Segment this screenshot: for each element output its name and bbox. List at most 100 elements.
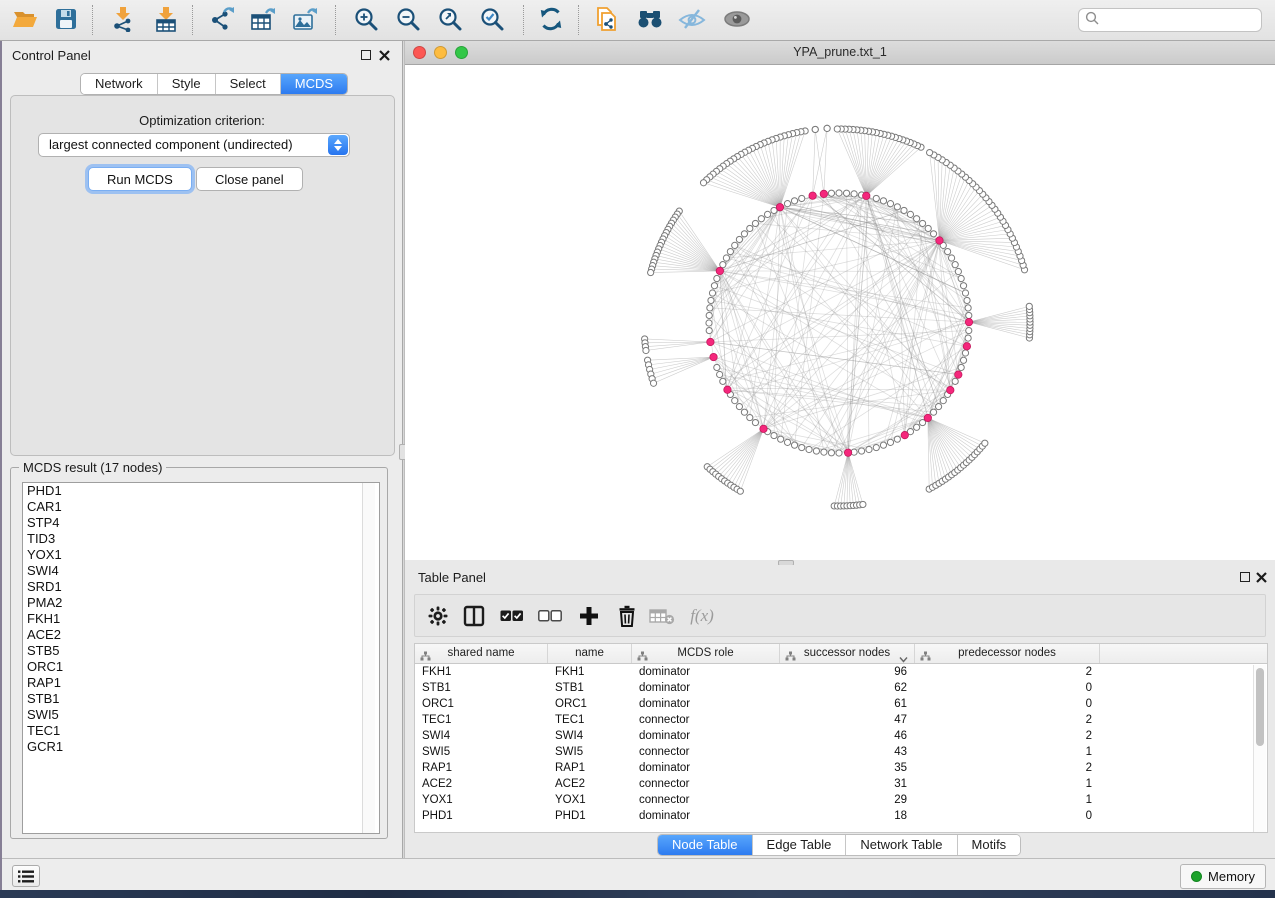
zoom-selected-button[interactable] [475, 4, 509, 36]
table-panel-tabs: Node Table Edge Table Network Table Moti… [657, 834, 1021, 856]
tab-select[interactable]: Select [216, 74, 281, 94]
table-row[interactable]: ACE2ACE2connector311 [415, 776, 1267, 792]
table-cell: 46 [780, 728, 915, 744]
mcds-result-item[interactable]: TID3 [23, 531, 379, 547]
table-row[interactable]: TEC1TEC1connector472 [415, 712, 1267, 728]
tab-network[interactable]: Network [81, 74, 158, 94]
tab-style[interactable]: Style [158, 74, 216, 94]
binoculars-icon [636, 7, 664, 34]
table-cell-filler [1100, 792, 1267, 808]
mcds-result-item[interactable]: STB1 [23, 691, 379, 707]
table-cell-filler [1100, 664, 1267, 680]
table-row[interactable]: RAP1RAP1dominator352 [415, 760, 1267, 776]
optimization-criterion-value: largest connected component (undirected) [49, 137, 293, 152]
table-scrollbar[interactable] [1253, 665, 1266, 832]
tab-motifs[interactable]: Motifs [958, 835, 1021, 855]
desktop-edge [0, 41, 2, 890]
mcds-result-item[interactable]: SRD1 [23, 579, 379, 595]
network-window-titlebar[interactable]: YPA_prune.txt_1 [405, 41, 1275, 65]
table-scrollbar-thumb[interactable] [1256, 668, 1264, 746]
close-table-panel-icon[interactable] [1256, 572, 1267, 583]
search-binoculars-button[interactable] [633, 4, 667, 36]
import-table-icon [153, 6, 179, 35]
mcds-result-listbox[interactable]: PHD1CAR1STP4TID3YOX1SWI4SRD1PMA2FKH1ACE2… [22, 482, 380, 834]
select-all-rows-button[interactable] [497, 603, 527, 629]
optimization-criterion-select[interactable]: largest connected component (undirected) [38, 133, 350, 157]
export-table-button[interactable] [246, 4, 280, 36]
table-row[interactable]: FKH1FKH1dominator962 [415, 664, 1267, 680]
mcds-result-item[interactable]: FKH1 [23, 611, 379, 627]
column-header-successor-nodes[interactable]: successor nodes [780, 644, 915, 663]
memory-button[interactable]: Memory [1180, 864, 1266, 889]
control-panel: Control Panel Network Style Select MCDS … [2, 41, 402, 858]
export-network-icon [209, 6, 235, 35]
zoom-in-button[interactable] [349, 4, 383, 36]
open-file-button[interactable] [8, 4, 42, 36]
column-header-shared-name[interactable]: shared name [415, 644, 548, 663]
import-network-button[interactable] [106, 4, 140, 36]
column-label: shared name [447, 647, 514, 659]
close-panel-button[interactable]: Close panel [196, 167, 303, 191]
table-row[interactable]: SWI4SWI4dominator462 [415, 728, 1267, 744]
import-network-icon [110, 6, 136, 35]
table-row[interactable]: PHD1PHD1dominator180 [415, 808, 1267, 824]
import-table-button[interactable] [149, 4, 183, 36]
table-toolbar: f(x) [414, 594, 1266, 637]
show-columns-button[interactable] [459, 603, 489, 629]
export-network-button[interactable] [205, 4, 239, 36]
table-row[interactable]: STB1STB1dominator620 [415, 680, 1267, 696]
refresh-icon [538, 6, 564, 35]
close-panel-icon[interactable] [379, 50, 390, 61]
mcds-result-item[interactable]: PHD1 [23, 483, 379, 499]
mcds-result-item[interactable]: GCR1 [23, 739, 379, 755]
table-cell: FKH1 [548, 664, 632, 680]
table-row[interactable]: SWI5SWI5connector431 [415, 744, 1267, 760]
column-header-mcds-role[interactable]: MCDS role [632, 644, 780, 663]
mcds-result-item[interactable]: PMA2 [23, 595, 379, 611]
refresh-view-button[interactable] [534, 4, 568, 36]
create-column-button[interactable] [574, 603, 604, 629]
mcds-result-item[interactable]: STP4 [23, 515, 379, 531]
table-cell: dominator [632, 696, 780, 712]
mcds-list-scrollbar[interactable] [362, 483, 375, 833]
save-session-button[interactable] [49, 4, 83, 36]
mcds-result-item[interactable]: YOX1 [23, 547, 379, 563]
mcds-result-item[interactable]: TEC1 [23, 723, 379, 739]
search-input[interactable] [1103, 13, 1261, 27]
column-header-predecessor-nodes[interactable]: predecessor nodes [915, 644, 1100, 663]
mcds-result-item[interactable]: RAP1 [23, 675, 379, 691]
mcds-result-item[interactable]: STB5 [23, 643, 379, 659]
float-panel-icon[interactable] [361, 50, 371, 60]
task-history-button[interactable] [12, 865, 40, 887]
export-image-button[interactable] [288, 4, 322, 36]
show-all-button[interactable] [720, 4, 754, 36]
table-cell: ACE2 [415, 776, 548, 792]
hide-selected-button[interactable] [675, 4, 709, 36]
list-icon [18, 870, 34, 883]
column-header-name[interactable]: name [548, 644, 632, 663]
search-field[interactable] [1078, 8, 1262, 32]
mcds-result-item[interactable]: SWI4 [23, 563, 379, 579]
network-canvas[interactable] [405, 65, 1275, 560]
table-row[interactable]: YOX1YOX1connector291 [415, 792, 1267, 808]
table-cell: RAP1 [548, 760, 632, 776]
tab-node-table[interactable]: Node Table [658, 835, 753, 855]
table-settings-button[interactable] [423, 603, 453, 629]
zoom-fit-button[interactable] [433, 4, 467, 36]
tab-edge-table[interactable]: Edge Table [753, 835, 847, 855]
float-table-panel-icon[interactable] [1240, 572, 1250, 582]
tab-mcds[interactable]: MCDS [281, 74, 347, 94]
mcds-result-item[interactable]: ORC1 [23, 659, 379, 675]
tab-network-table[interactable]: Network Table [846, 835, 957, 855]
run-mcds-button[interactable]: Run MCDS [88, 167, 192, 191]
delete-column-button[interactable] [612, 603, 642, 629]
mcds-result-item[interactable]: ACE2 [23, 627, 379, 643]
zoom-out-button[interactable] [391, 4, 425, 36]
deselect-all-rows-button[interactable] [535, 603, 565, 629]
table-cell: dominator [632, 808, 780, 824]
mcds-result-item[interactable]: CAR1 [23, 499, 379, 515]
duplicate-network-button[interactable] [590, 4, 624, 36]
table-row[interactable]: ORC1ORC1dominator610 [415, 696, 1267, 712]
table-cell: 47 [780, 712, 915, 728]
mcds-result-item[interactable]: SWI5 [23, 707, 379, 723]
